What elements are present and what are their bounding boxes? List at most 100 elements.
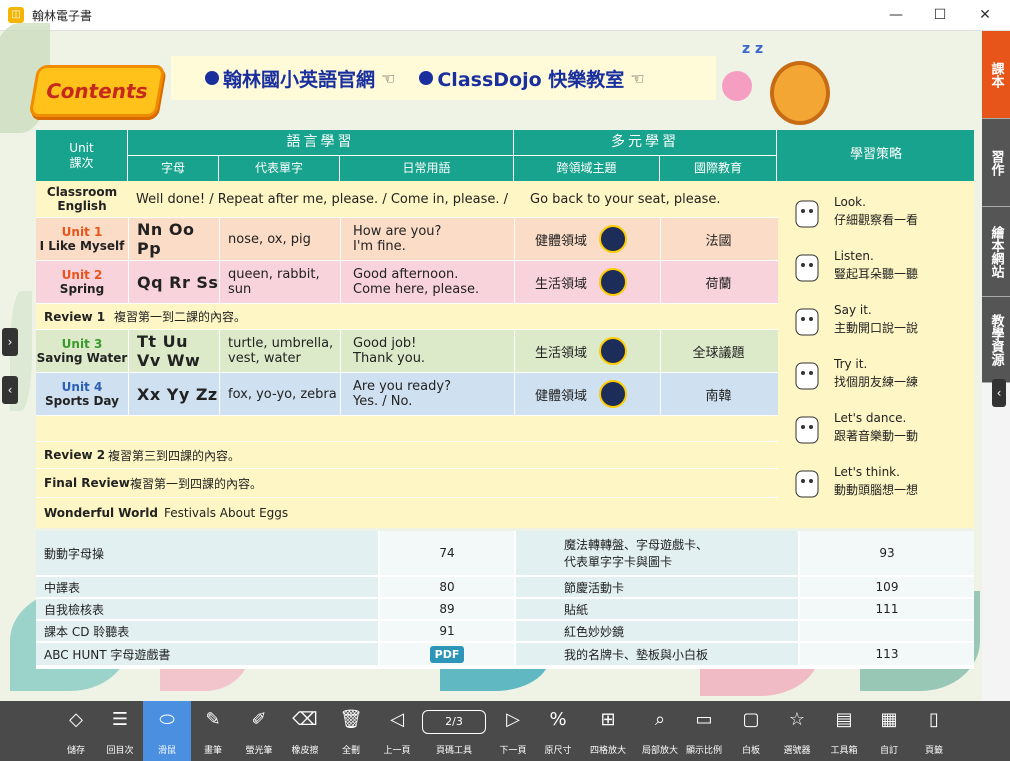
final-review-text: 複習第一到四課的內容。	[130, 476, 263, 491]
list-icon: ☰	[111, 709, 129, 730]
expand-left-panel-icon[interactable]: ›	[2, 328, 18, 356]
local-zoom-button[interactable]: ⌕ 局部放大	[636, 701, 684, 761]
wonderful-world-text: Festivals About Eggs	[164, 506, 289, 520]
appendix-table: 動動字母操 74 魔法轉轉盤、字母遊戲卡、 代表單字字卡與圖卡 93 中譯表 8…	[36, 531, 974, 669]
table-row-final-review[interactable]: Final Review 複習第一到四課的內容。	[36, 469, 776, 497]
pointing-hand-icon: ☜	[381, 68, 396, 88]
unit2-domain: 生活領域	[535, 276, 588, 292]
character-say-icon	[795, 308, 819, 336]
unit2-letters: Qq Rr Ss	[128, 261, 219, 303]
bookmark-button[interactable]: ▯ 頁籤	[910, 701, 958, 761]
original-size-button[interactable]: % 原尺寸	[534, 701, 582, 761]
unit3-phrase: Good job!	[353, 336, 417, 351]
tab-textbook[interactable]: 課本	[982, 31, 1010, 119]
star-icon: ☆	[788, 709, 806, 730]
table-row-unit1[interactable]: Unit 1 I Like Myself Nn Oo Pp nose, ox, …	[36, 218, 776, 260]
book-page: 2 3 Contents 翰林國小英語官網 ☜ ClassDojo 快樂教室 ☜…	[0, 23, 982, 701]
unit1-letters: Nn Oo Pp	[128, 218, 219, 260]
strategy-item: Try it. 找個朋友練一練	[778, 347, 974, 403]
clear-all-button[interactable]: 🗑 全刪	[327, 701, 375, 761]
quad-zoom-button[interactable]: ⊞ 四格放大	[584, 701, 632, 761]
tab-picturebook-site[interactable]: 繪本網站	[982, 207, 1010, 297]
display-ratio-button[interactable]: ▭ 顯示比例	[680, 701, 728, 761]
eraser-button[interactable]: ⌫ 橡皮擦	[281, 701, 329, 761]
header-language-learning: 語言學習	[128, 130, 513, 155]
window-title: 翰林電子書	[32, 8, 93, 23]
unit3-letters: Vv Ww	[137, 351, 201, 370]
prev-page-arrow-icon[interactable]: ‹	[2, 376, 18, 404]
custom-icon: ▦	[880, 709, 898, 730]
unit3-words: vest, water	[228, 351, 301, 366]
unit4-phrase: Are you ready?	[353, 379, 451, 394]
appendix-row[interactable]: 自我檢核表 89 貼紙 111	[36, 599, 974, 619]
catalog-button[interactable]: ☰ 回目次	[96, 701, 144, 761]
contents-table: Unit 課次 語言學習 字母 代表單字 日常用語 多元學習 跨領域主題 國際教…	[36, 130, 974, 528]
badge-icon	[599, 225, 628, 253]
review1-text: 複習第一到二課的內容。	[114, 310, 247, 324]
header-words: 代表單字	[219, 156, 339, 181]
header-letters: 字母	[128, 156, 218, 181]
contents-badge: Contents	[28, 65, 166, 117]
unit1-intl: 法國	[660, 218, 776, 260]
table-row-classroom[interactable]: Classroom English Well done! / Repeat af…	[36, 181, 776, 217]
character-listen-icon	[795, 254, 819, 282]
pdf-button[interactable]: PDF	[429, 645, 465, 663]
tab-workbook[interactable]: 習作	[982, 119, 1010, 207]
next-page-button[interactable]: ▷ 下一頁	[489, 701, 537, 761]
hanlin-english-link[interactable]: 翰林國小英語官網 ☜	[205, 65, 395, 92]
whiteboard-icon: ▢	[742, 709, 760, 730]
collapse-tabs-icon[interactable]: ‹	[992, 379, 1006, 407]
toolbox-button[interactable]: ▤ 工具箱	[820, 701, 868, 761]
mouse-button[interactable]: ⬭ 滑鼠	[143, 701, 191, 761]
toolbox-icon: ▤	[835, 709, 853, 730]
triangle-right-icon: ▷	[506, 709, 520, 730]
appendix-row[interactable]: 中譯表 80 節慶活動卡 109	[36, 577, 974, 597]
header-international: 國際教育	[660, 156, 776, 181]
unit3-letters: Tt Uu	[137, 332, 189, 351]
appendix-row[interactable]: ABC HUNT 字母遊戲書 PDF 我的名牌卡、墊板與小白板 113	[36, 643, 974, 665]
whiteboard-button[interactable]: ▢ 白板	[727, 701, 775, 761]
table-row-unit4[interactable]: Unit 4 Sports Day Xx Yy Zz fox, yo-yo, z…	[36, 373, 776, 415]
table-row-unit3[interactable]: Unit 3 Saving Water Tt Uu Vv Ww turtle, …	[36, 330, 776, 372]
header-phrases: 日常用語	[340, 156, 513, 181]
custom-button[interactable]: ▦ 自訂	[865, 701, 913, 761]
unit4-intl: 南韓	[660, 373, 776, 415]
close-button[interactable]: ✕	[962, 0, 1008, 31]
unit3-phrase: Thank you.	[353, 351, 426, 366]
number-picker-button[interactable]: ☆ 選號器	[773, 701, 821, 761]
lion-illustration	[770, 61, 830, 125]
grid-icon: ⊞	[600, 709, 616, 730]
unit1-phrase: How are you?	[353, 224, 442, 239]
app-icon: ◫	[8, 7, 24, 23]
maximize-button[interactable]: ☐	[917, 0, 963, 31]
appendix-row[interactable]: 動動字母操 74 魔法轉轉盤、字母遊戲卡、 代表單字字卡與圖卡 93	[36, 531, 974, 575]
mouse-icon: ⬭	[159, 709, 175, 730]
page-indicator[interactable]: 2/3	[422, 710, 486, 734]
prev-page-button[interactable]: ◁ 上一頁	[373, 701, 421, 761]
wonderful-world-label: Wonderful World	[44, 506, 158, 520]
table-row-spacer	[36, 416, 776, 441]
unit4-phrase: Yes. / No.	[353, 394, 413, 409]
pen-button[interactable]: ✎ 畫筆	[189, 701, 237, 761]
strategy-item: Let's think. 動動頭腦想一想	[778, 455, 974, 511]
table-row-unit2[interactable]: Unit 2 Spring Qq Rr Ss queen, rabbit, su…	[36, 261, 776, 303]
minimize-button[interactable]: —	[873, 0, 919, 31]
unit3-words: turtle, umbrella,	[228, 336, 334, 351]
bookmark-icon: ▯	[929, 709, 939, 730]
character-dance-icon	[795, 416, 819, 444]
unit4-words: fox, yo-yo, zebra	[219, 373, 340, 415]
strategy-item: Let's dance. 跟著音樂動一動	[778, 401, 974, 457]
highlighter-button[interactable]: ✐ 螢光筆	[235, 701, 283, 761]
table-row-wonderful-world[interactable]: Wonderful World Festivals About Eggs	[36, 498, 776, 528]
appendix-row[interactable]: 課本 CD 聆聽表 91 紅色妙妙鏡	[36, 621, 974, 641]
tab-teaching-resources[interactable]: 教學資源	[982, 297, 1010, 383]
triangle-left-icon: ◁	[390, 709, 404, 730]
octopus-illustration	[722, 71, 752, 101]
review2-text: 複習第三到四課的內容。	[108, 448, 241, 463]
classdojo-link[interactable]: ClassDojo 快樂教室 ☜	[419, 65, 645, 92]
percent-icon: %	[549, 709, 567, 730]
classroom-phrases-cont: Go back to your seat, please.	[530, 191, 721, 207]
unit2-phrase: Good afternoon.	[353, 267, 459, 282]
table-row-review1[interactable]: Review 1 複習第一到二課的內容。	[36, 304, 776, 329]
save-button[interactable]: ◇ 儲存	[52, 701, 100, 761]
